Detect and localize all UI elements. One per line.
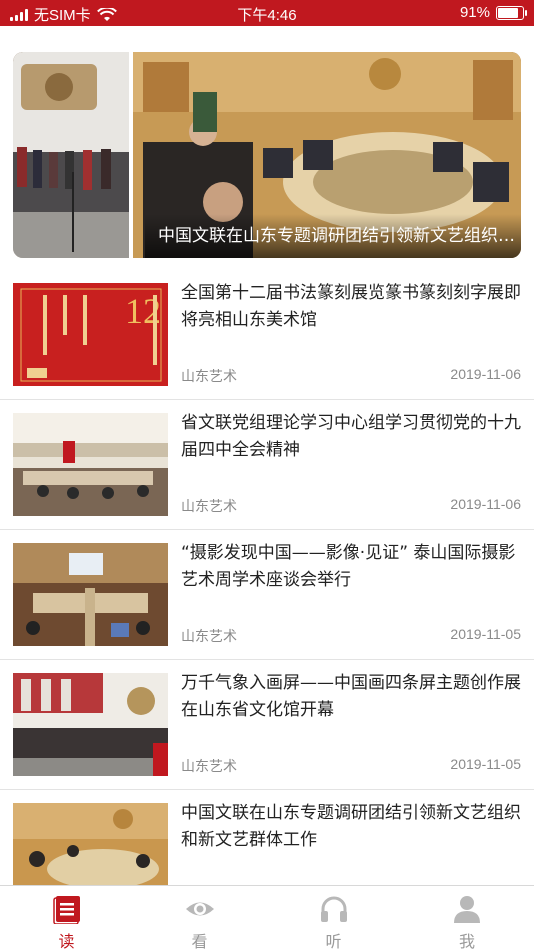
clock: 下午4:46 — [237, 7, 297, 24]
news-source: 山东艺术 — [181, 629, 237, 645]
news-source: 山东艺术 — [181, 499, 237, 515]
battery-percent: 91% — [459, 4, 490, 21]
tab-read[interactable]: 读 — [0, 886, 133, 951]
news-date: 2019-11-06 — [450, 366, 521, 382]
tab-label: 读 — [58, 932, 75, 951]
news-thumbnail: 12 — [13, 283, 168, 386]
news-title: 全国第十二届书法篆刻展览篆书篆刻刻字展即将亮相山东美术馆 — [181, 283, 521, 330]
news-title: “摄影发现中国——影像·见证” 泰山国际摄影艺术周学术座谈会举行 — [181, 543, 516, 590]
news-thumbnail — [13, 543, 168, 646]
news-list: 12 全国第十二届书法篆刻展览篆书篆刻刻字展即将亮相山东美术馆 山东艺术 201… — [0, 270, 534, 919]
news-thumbnail — [13, 673, 168, 776]
person-icon — [454, 896, 480, 923]
news-thumbnail — [13, 413, 168, 516]
list-item[interactable]: 万千气象入画屏——中国画四条屏主题创作展在山东省文化馆开幕 山东艺术 2019-… — [0, 660, 534, 790]
news-source: 山东艺术 — [181, 759, 237, 775]
tab-label: 听 — [325, 932, 342, 951]
list-item[interactable]: “摄影发现中国——影像·见证” 泰山国际摄影艺术周学术座谈会举行 山东艺术 20… — [0, 530, 534, 660]
battery-icon — [496, 5, 527, 20]
tab-label: 看 — [191, 932, 208, 951]
book-icon — [52, 896, 80, 924]
headphones-icon — [320, 896, 347, 922]
tab-label: 我 — [458, 932, 475, 951]
list-item[interactable]: 12 全国第十二届书法篆刻展览篆书篆刻刻字展即将亮相山东美术馆 山东艺术 201… — [0, 270, 534, 400]
tab-me[interactable]: 我 — [400, 886, 534, 951]
eye-icon — [185, 902, 214, 916]
news-title: 省文联党组理论学习中心组学习贯彻党的十九届四中全会精神 — [181, 413, 521, 460]
news-title: 万千气象入画屏——中国画四条屏主题创作展在山东省文化馆开幕 — [181, 673, 521, 720]
news-title: 中国文联在山东专题调研团结引领新文艺组织和新文艺群体工作 — [181, 803, 521, 850]
tab-watch[interactable]: 看 — [133, 886, 266, 951]
news-date: 2019-11-05 — [450, 756, 521, 772]
featured-carousel[interactable]: 中国文联在山东专题调研团结引领新文艺组织和新文艺群体工作 — [13, 52, 521, 258]
news-source: 山东艺术 — [181, 369, 237, 385]
list-item[interactable]: 省文联党组理论学习中心组学习贯彻党的十九届四中全会精神 山东艺术 2019-11… — [0, 400, 534, 530]
status-bar: 无SIM卡 下午4:46 91% — [0, 0, 534, 26]
featured-caption: 中国文联在山东专题调研团结引领新文艺组织和新文艺群体工作 — [145, 214, 521, 258]
news-date: 2019-11-05 — [450, 626, 521, 642]
tab-listen[interactable]: 听 — [267, 886, 400, 951]
news-date: 2019-11-06 — [450, 496, 521, 512]
tab-bar: 读 看 听 我 — [0, 885, 534, 951]
